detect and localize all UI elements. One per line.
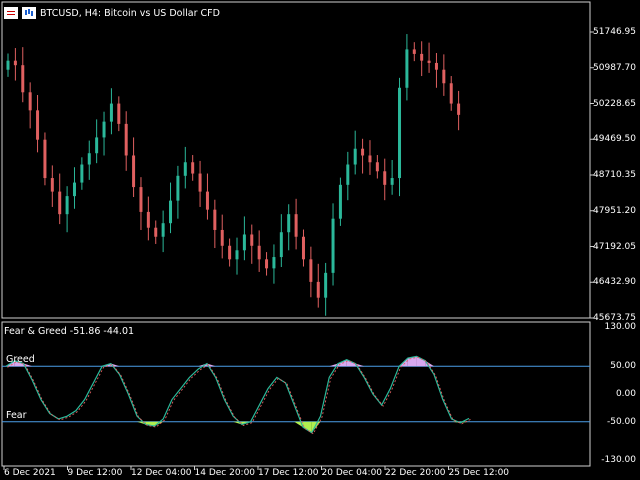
- candle-body: [117, 103, 121, 124]
- candle-body: [72, 182, 76, 197]
- candle-body: [235, 250, 239, 260]
- chart-header: BTCUSD, H4: Bitcoin vs US Dollar CFD: [4, 7, 220, 19]
- candle-body: [398, 87, 402, 179]
- candle-body: [213, 209, 217, 230]
- fear-fill: [303, 421, 312, 433]
- time-axis-label: 9 Dec 12:00: [67, 468, 123, 478]
- candle-body: [316, 281, 320, 298]
- candle-body: [346, 164, 350, 185]
- candle-body: [279, 232, 283, 258]
- candle-body: [161, 223, 165, 237]
- candle-body: [205, 191, 209, 210]
- indicator-axis-label: -50.00: [606, 416, 636, 427]
- candle-body: [412, 49, 416, 54]
- candle-body: [124, 123, 128, 156]
- price-axis-label: 47192.05: [593, 241, 636, 252]
- candle-body: [390, 178, 394, 185]
- candle-body: [28, 92, 32, 111]
- candle-body: [420, 53, 424, 61]
- time-axis-label: 14 Dec 20:00: [194, 468, 256, 478]
- candle-body: [228, 245, 232, 260]
- time-axis-label: 6 Dec 2021: [4, 468, 56, 478]
- greed-label: Greed: [6, 354, 35, 365]
- candle-body: [132, 155, 136, 188]
- candle-body: [338, 184, 342, 219]
- candle-body: [449, 83, 453, 104]
- chart-title: BTCUSD, H4: Bitcoin vs US Dollar CFD: [40, 7, 220, 19]
- candle-body: [375, 162, 379, 172]
- chart-canvas[interactable]: [0, 0, 640, 480]
- candle-body: [80, 164, 84, 183]
- candle-body: [13, 60, 17, 66]
- candle-body: [457, 103, 461, 115]
- time-axis-label: 20 Dec 04:00: [321, 468, 383, 478]
- candle-body: [250, 234, 254, 246]
- candle-body: [361, 148, 365, 156]
- list-icon[interactable]: [4, 7, 18, 19]
- indicator-axis-label: -130.00: [601, 455, 636, 465]
- candle-body: [427, 60, 431, 63]
- candle-body: [58, 191, 62, 215]
- candle-body: [257, 245, 261, 260]
- candle-body: [50, 178, 54, 192]
- price-axis-label: 51746.95: [593, 27, 636, 37]
- time-axis-label: 25 Dec 12:00: [448, 468, 510, 478]
- candle-body: [191, 162, 195, 174]
- candle-body: [183, 162, 187, 176]
- candle-body: [43, 139, 47, 179]
- candle-body: [434, 62, 438, 70]
- indicator-axis-label: 0.00: [615, 389, 636, 399]
- candle-body: [405, 49, 409, 88]
- candle-body: [272, 257, 276, 269]
- candle-body: [353, 148, 357, 165]
- candle-body: [309, 259, 313, 282]
- time-axis-label: 17 Dec 12:00: [258, 468, 319, 478]
- candle-body: [220, 229, 224, 246]
- indicator-axis-label: 50.00: [610, 361, 636, 372]
- candle-body: [154, 227, 158, 237]
- greed-fill: [416, 356, 426, 367]
- candle-body: [21, 65, 25, 93]
- candle-body: [331, 218, 335, 273]
- price-axis-label: 49469.50: [593, 134, 636, 145]
- candle-body: [265, 259, 269, 269]
- candle-body: [242, 234, 246, 251]
- candle-body: [301, 236, 305, 260]
- candle-body: [102, 121, 106, 138]
- price-axis-label: 50987.70: [593, 62, 636, 73]
- candle-body: [6, 60, 10, 70]
- price-axis-label: 46432.90: [593, 277, 636, 288]
- price-axis-label: 50228.65: [593, 98, 636, 109]
- price-axis-label: 47951.20: [593, 205, 636, 216]
- candle-body: [87, 153, 91, 165]
- time-axis-label: 12 Dec 04:00: [131, 468, 192, 478]
- candle-body: [109, 103, 113, 122]
- candle-body: [146, 211, 150, 228]
- bars-icon[interactable]: [22, 7, 36, 19]
- time-axis-label: 22 Dec 20:00: [385, 468, 446, 478]
- indicator-axis-label: 130.00: [604, 322, 637, 332]
- candle-body: [198, 173, 202, 192]
- indicator-pane-frame: [1, 321, 591, 467]
- candle-body: [169, 200, 173, 224]
- indicator-label: Fear & Greed -51.86 -44.01: [4, 326, 135, 337]
- candle-body: [65, 196, 69, 215]
- price-axis-label: 48710.35: [593, 170, 636, 180]
- candle-body: [287, 214, 291, 233]
- candle-body: [324, 272, 328, 298]
- candle-body: [139, 187, 143, 212]
- candle-body: [383, 171, 387, 185]
- candle-body: [95, 137, 99, 154]
- candle-body: [368, 155, 372, 163]
- candle-body: [442, 69, 446, 84]
- fear-label: Fear: [6, 410, 27, 421]
- candle-body: [36, 110, 40, 140]
- candle-body: [294, 214, 298, 237]
- candle-body: [176, 175, 180, 201]
